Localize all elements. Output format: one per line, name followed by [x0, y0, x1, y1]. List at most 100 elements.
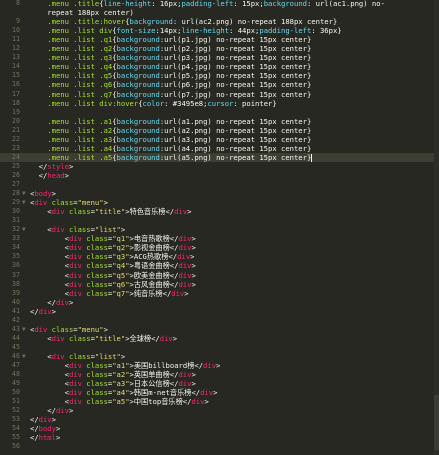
code-area[interactable]: 8 .menu .title{line-height: 16px;padding…: [0, 0, 439, 455]
code-token: <: [30, 243, 69, 253]
fold-toggle-icon[interactable]: ▼: [22, 189, 26, 198]
code-line[interactable]: 18 .menu .list div:hover{color: #3495e8;…: [0, 99, 439, 108]
scrollbar-thumb[interactable]: [434, 395, 439, 450]
code-line[interactable]: 34 <div class="q2">影视金曲榜</div>: [0, 243, 439, 252]
code-token: padding-left: [259, 26, 312, 36]
code-editor[interactable]: 8 .menu .title{line-height: 16px;padding…: [0, 0, 439, 455]
code-token: <: [30, 333, 52, 343]
code-text: </body>: [30, 424, 60, 433]
code-line[interactable]: 51 <div class="a5">中国top音乐榜</div>: [0, 397, 439, 406]
code-text: <div class="q5">欧美金曲榜</div>: [30, 271, 196, 280]
code-line[interactable]: 9 .menu .title:hover{background: url(ac2…: [0, 17, 439, 26]
code-token: div: [178, 243, 192, 253]
code-token: "q1": [112, 234, 130, 244]
code-line[interactable]: 31: [0, 216, 439, 225]
code-token: div: [38, 415, 52, 425]
code-line[interactable]: 27: [0, 180, 439, 189]
code-line[interactable]: 15 .menu .list .q5{background:url(p5.jpg…: [0, 71, 439, 80]
code-line[interactable]: 28 ▼ <body>: [0, 189, 439, 198]
code-line[interactable]: 12 .menu .list .q2{background:url(p2.jpg…: [0, 44, 439, 53]
code-line[interactable]: 48 <div class="a2">英国单曲榜</div>: [0, 370, 439, 379]
code-line[interactable]: 35 <div class="q3">ACG热歌榜</div>: [0, 252, 439, 261]
fold-toggle-icon[interactable]: ▼: [22, 352, 26, 361]
code-line[interactable]: 24 .menu .list .a5{background:url(a5.png…: [0, 152, 439, 162]
text-cursor: [311, 153, 313, 162]
line-number: 34: [12, 243, 20, 252]
line-number: 41: [12, 306, 20, 315]
vertical-scrollbar[interactable]: [434, 0, 439, 455]
code-token: >: [103, 198, 108, 208]
code-line[interactable]: 23 .menu .list .a4{background:url(a4.png…: [0, 144, 439, 153]
code-token: </: [30, 161, 48, 171]
code-line[interactable]: 29 ▼ <div class="menu">: [0, 198, 439, 207]
code-token: "list": [94, 225, 121, 235]
code-line[interactable]: 32 ▼ <div class="list">: [0, 225, 439, 234]
code-token: background: [116, 80, 160, 90]
code-token: : 15px;: [233, 0, 264, 8]
code-token: >欧美金曲榜</: [129, 270, 179, 280]
code-token: div: [51, 207, 65, 217]
code-line[interactable]: 25 </style>: [0, 162, 439, 171]
code-line[interactable]: 22 .menu .list .a3{background:url(a3.png…: [0, 135, 439, 144]
code-line[interactable]: 21 .menu .list .a2{background:url(a2.png…: [0, 126, 439, 135]
code-line[interactable]: 11 .menu .list .q1{background:url(p1.jpg…: [0, 35, 439, 44]
code-token: >: [191, 379, 196, 389]
code-token: >: [191, 261, 196, 271]
code-line[interactable]: 16 .menu .list .q6{background:url(p6.jpg…: [0, 80, 439, 89]
code-line[interactable]: 45: [0, 343, 439, 352]
code-line[interactable]: 26 </head>: [0, 171, 439, 180]
code-line[interactable]: 13 .menu .list .q3{background:url(p3.jpg…: [0, 53, 439, 62]
code-token: >: [120, 351, 126, 361]
code-token: :url(p7.jpg) no-repeat 15px center}: [159, 89, 312, 99]
code-token: background: [116, 125, 160, 135]
code-line[interactable]: 49 <div class="a3">日本公信榜</div>: [0, 379, 439, 388]
code-token: >英国单曲榜</: [129, 370, 179, 380]
code-text: .menu .list .q2{background:url(p2.jpg) n…: [30, 44, 311, 53]
code-line[interactable]: 8 .menu .title{line-height: 16px;padding…: [0, 0, 439, 8]
code-line[interactable]: 54 </body>: [0, 424, 439, 433]
code-token: "q6": [112, 279, 130, 289]
code-line[interactable]: 39 <div class="q7">纯音乐榜</div>: [0, 289, 439, 298]
code-line[interactable]: 53 </div>: [0, 415, 439, 424]
code-line[interactable]: 56: [0, 442, 439, 451]
code-line[interactable]: 52 </div>: [0, 406, 439, 415]
code-line[interactable]: 40 </div>: [0, 298, 439, 307]
code-line[interactable]: 17 .menu .list .q7{background:url(p7.jpg…: [0, 90, 439, 99]
code-text: <div class="a2">英国单曲榜</div>: [30, 370, 196, 379]
code-line[interactable]: 14 .menu .list .q4{background:url(p4.jpg…: [0, 62, 439, 71]
code-line[interactable]: 19: [0, 108, 439, 117]
code-line[interactable]: 36 <div class="q4">粤语金曲榜</div>: [0, 261, 439, 270]
code-text: <div class="q4">粤语金曲榜</div>: [30, 261, 196, 270]
code-token: "q3": [112, 252, 130, 262]
code-token: : 44px;: [229, 26, 260, 36]
code-token: <: [30, 234, 69, 244]
code-line[interactable]: 50 <div class="a4">韩国m-net音乐榜</div>: [0, 388, 439, 397]
fold-toggle-icon[interactable]: ▼: [22, 198, 26, 207]
code-line[interactable]: 10 .menu .list div{font-size:14px;line-h…: [0, 26, 439, 35]
code-token: <: [30, 207, 52, 217]
line-number: 32: [12, 225, 20, 234]
code-text: .menu .list .q7{background:url(p7.jpg) n…: [30, 90, 311, 99]
code-line[interactable]: 55 </html>: [0, 433, 439, 442]
code-line[interactable]: 33 <div class="q1">电音热歌榜</div>: [0, 234, 439, 243]
code-line[interactable]: 20 .menu .list .a1{background:url(a1.png…: [0, 117, 439, 126]
fold-toggle-icon[interactable]: ▼: [22, 325, 26, 334]
code-line[interactable]: 44 <div class="title">全球榜</div>: [0, 334, 439, 343]
code-text: </html>: [30, 433, 60, 442]
code-line[interactable]: 37 <div class="q5">欧美金曲榜</div>: [0, 271, 439, 280]
code-line[interactable]: 30 <div class="title">特色音乐榜</div>: [0, 207, 439, 216]
code-line[interactable]: 43 ▼ <div class="menu">: [0, 325, 439, 334]
code-token: padding-left: [181, 0, 234, 8]
code-token: >纯音乐榜</: [129, 288, 172, 298]
code-line[interactable]: 42: [0, 316, 439, 325]
line-number: 37: [12, 270, 20, 279]
code-line[interactable]: 38 <div class="q6">古风金曲榜</div>: [0, 280, 439, 289]
code-line[interactable]: repeat 188px center): [0, 8, 439, 17]
code-text: .menu .list .q4{background:url(p4.jpg) n…: [30, 62, 311, 71]
code-line[interactable]: 41 </div>: [0, 307, 439, 316]
code-line[interactable]: 47 <div class="a1">美国billboard榜</div>: [0, 361, 439, 370]
code-line[interactable]: 46 ▼ <div class="list">: [0, 352, 439, 361]
fold-toggle-icon[interactable]: ▼: [22, 225, 26, 234]
code-token: class: [86, 243, 108, 253]
code-token: :url(a1.png) no-repeat 15px center}: [159, 116, 312, 126]
